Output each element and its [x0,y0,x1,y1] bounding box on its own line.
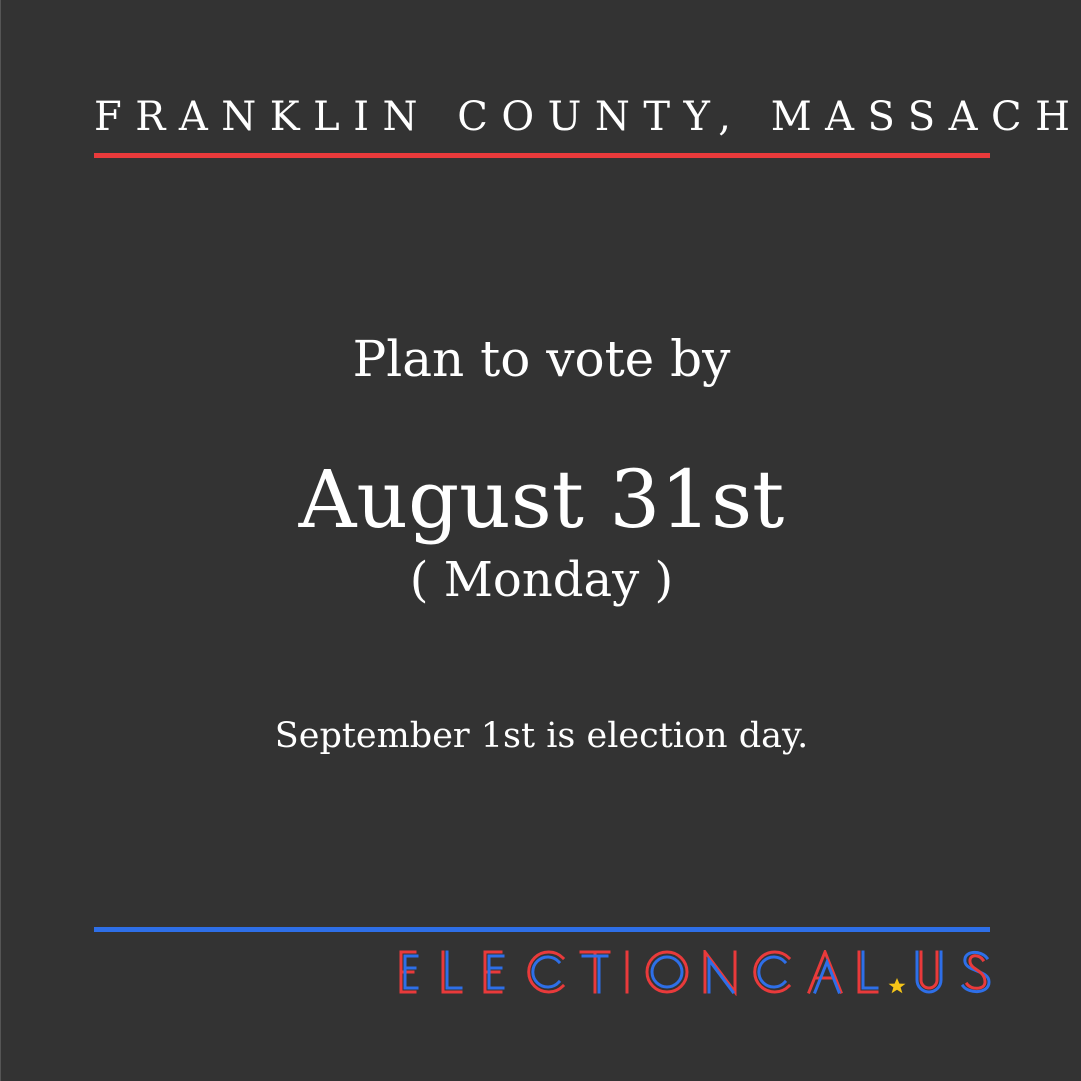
logo-letter-n [703,950,737,996]
vote-by-weekday: ( Monday ) [409,552,674,608]
star-icon [888,978,906,994]
logo-letter-o [645,950,689,994]
election-reminder-card: FRANKLIN COUNTY, MASSACHUSETTS Plan to v… [0,0,1081,1081]
logo-letter-s [960,951,991,993]
county-heading: FRANKLIN COUNTY, MASSACHUSETTS [94,94,1081,140]
election-day-note: September 1st is election day. [274,716,809,756]
logo-letter-t [579,950,611,994]
logo-letter-c1 [527,950,566,994]
electioncal-logo [399,950,991,996]
logo-letter-e1 [399,950,419,994]
logo-letter-l2 [857,950,879,994]
logo-letter-u [915,950,943,994]
red-divider [94,153,990,158]
plan-to-vote-text: Plan to vote by [352,330,731,388]
blue-divider [94,927,990,932]
logo-letter-e2 [483,950,505,994]
logo-letter-c2 [753,950,792,994]
logo-letter-a [807,950,843,994]
vote-by-date: August 31st [298,453,785,546]
logo-letter-l1 [441,950,463,994]
